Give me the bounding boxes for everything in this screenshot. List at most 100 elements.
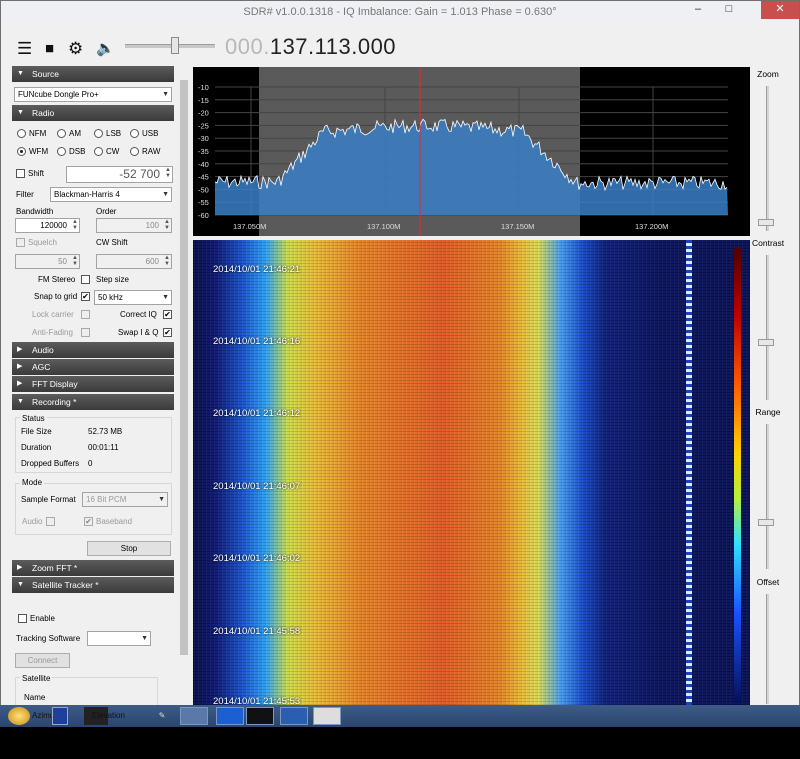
chart-app-icon[interactable]: [280, 707, 308, 725]
waterfall-display[interactable]: 2014/10/01 21:46:21 2014/10/01 21:46:16 …: [193, 240, 750, 708]
mode-radio-wfm[interactable]: [17, 147, 26, 156]
stop-recording-button[interactable]: Stop: [87, 541, 171, 556]
close-button[interactable]: ✕: [761, 1, 799, 19]
spin-arrows-icon[interactable]: ▲ ▼: [165, 167, 171, 179]
shift-input[interactable]: -52 700 ▲ ▼: [66, 166, 173, 183]
antifading-checkbox[interactable]: [81, 328, 90, 337]
network-app-icon[interactable]: [313, 707, 341, 725]
collapse-arrow-icon: ▼: [17, 109, 24, 116]
spin-arrows-icon[interactable]: ▲ ▼: [72, 255, 78, 267]
shift-checkbox[interactable]: [16, 169, 25, 178]
waterfall-timestamp: 2014/10/01 21:46:21: [213, 264, 301, 275]
chip-app-icon[interactable]: [246, 707, 274, 725]
zoom-label: Zoom: [757, 69, 779, 79]
mode-radio-usb[interactable]: [130, 129, 139, 138]
mode-radio-lsb[interactable]: [94, 129, 103, 138]
range-slider-thumb[interactable]: [758, 519, 774, 526]
spin-arrows-icon[interactable]: ▲ ▼: [164, 255, 170, 267]
display-controls-panel: Zoom Contrast Range Offset: [752, 65, 799, 725]
waterfall-timestamp: 2014/10/01 21:46:16: [213, 336, 301, 347]
baseband-checkbox[interactable]: ✔: [84, 517, 93, 526]
contrast-slider-track[interactable]: [766, 255, 769, 400]
connect-button[interactable]: Connect: [15, 653, 70, 668]
audio-rec-checkbox[interactable]: [46, 517, 55, 526]
zoom-slider-track[interactable]: [766, 86, 769, 231]
spectrum-db-tick: -60: [198, 211, 209, 220]
order-input[interactable]: 100 ▲ ▼: [96, 218, 172, 233]
radio-header[interactable]: ▼ Radio: [12, 105, 174, 121]
mode-radio-nfm[interactable]: [17, 129, 26, 138]
mode-label-dsb: DSB: [69, 147, 86, 156]
gear-icon[interactable]: ⚙: [68, 40, 83, 57]
stepsize-select[interactable]: 50 kHz ▼: [94, 290, 172, 305]
mode-radio-dsb[interactable]: [57, 147, 66, 156]
tracking-software-select[interactable]: ▼: [87, 631, 151, 646]
source-device-select[interactable]: FUNcube Dongle Pro+ ▼: [14, 87, 172, 102]
volume-slider-thumb[interactable]: [171, 37, 179, 54]
pen-icon[interactable]: ✎: [155, 707, 169, 725]
fft-display-header[interactable]: ▶ FFT Display: [12, 376, 174, 392]
maximize-button[interactable]: □: [716, 1, 742, 19]
minimize-button[interactable]: –: [685, 1, 711, 19]
start-button-icon[interactable]: [8, 707, 30, 725]
menu-icon[interactable]: ☰: [17, 40, 32, 57]
range-slider-track[interactable]: [766, 424, 769, 569]
bandwidth-input[interactable]: 120000 ▲ ▼: [15, 218, 80, 233]
screen-bottom-area: [0, 727, 800, 759]
waterfall-color-scale: [734, 248, 741, 703]
offset-label: Offset: [756, 577, 780, 587]
filter-label: Filter: [16, 190, 34, 199]
collapse-arrow-icon: ▼: [17, 398, 24, 405]
spectrum-freq-tick: 137.150M: [501, 222, 534, 231]
frequency-prefix: 000.: [225, 34, 270, 59]
stop-icon[interactable]: ■: [45, 40, 54, 57]
panel-scrollbar-thumb[interactable]: [180, 80, 188, 655]
recording-header[interactable]: ▼ Recording *: [12, 394, 174, 410]
volume-slider-track[interactable]: [125, 44, 215, 48]
mode-label-usb: USB: [142, 129, 159, 138]
audio-rec-label: Audio: [22, 517, 43, 526]
expand-arrow-icon: ▶: [17, 564, 23, 571]
fmstereo-checkbox[interactable]: [81, 275, 90, 284]
zoomfft-header[interactable]: ▶ Zoom FFT *: [12, 560, 174, 576]
audio-header[interactable]: ▶ Audio: [12, 342, 174, 358]
cwshift-input[interactable]: 600 ▲ ▼: [96, 254, 172, 269]
snap-checkbox[interactable]: ✔: [81, 292, 90, 301]
spectrum-plot: -10 -15 -20 -25 -30 -35 -40 -45 -50 -55 -60 137.05…: [198, 67, 728, 236]
taskbar-item-elevation[interactable]: Elevation: [92, 707, 152, 725]
offset-slider-track[interactable]: [766, 594, 769, 704]
floppy-icon[interactable]: [52, 707, 68, 725]
mode-radio-am[interactable]: [57, 129, 66, 138]
tracking-software-label: Tracking Software: [16, 634, 81, 643]
sdr-app-icon[interactable]: [180, 707, 208, 725]
duration-label: Duration: [21, 443, 52, 452]
spectrum-db-tick: -15: [198, 96, 209, 105]
squelch-checkbox[interactable]: [16, 238, 25, 247]
zoom-slider-thumb[interactable]: [758, 219, 774, 226]
chevron-down-icon: ▼: [162, 91, 169, 98]
expand-arrow-icon: ▶: [17, 363, 23, 370]
swapiq-checkbox[interactable]: ✔: [163, 328, 172, 337]
spin-arrows-icon[interactable]: ▲ ▼: [164, 219, 170, 231]
snap-label: Snap to grid: [34, 292, 78, 301]
mode-label-nfm: NFM: [29, 129, 47, 138]
mode-radio-raw[interactable]: [130, 147, 139, 156]
collapse-arrow-icon: ▼: [17, 70, 24, 77]
enable-tracker-checkbox[interactable]: [18, 614, 27, 623]
satellite-header[interactable]: ▼ Satellite Tracker *: [12, 577, 174, 593]
spectrum-db-tick: -50: [198, 185, 209, 194]
title-bar: SDR# v1.0.0.1318 - IQ Imbalance: Gain = …: [1, 1, 799, 25]
spin-arrows-icon[interactable]: ▲ ▼: [72, 219, 78, 231]
filter-select[interactable]: Blackman-Harris 4 ▼: [50, 187, 172, 202]
agc-header[interactable]: ▶ AGC: [12, 359, 174, 375]
lockcarrier-checkbox[interactable]: [81, 310, 90, 319]
squelch-input[interactable]: 50 ▲ ▼: [15, 254, 80, 269]
sampleformat-select[interactable]: 16 Bit PCM ▼: [82, 492, 168, 507]
cube-app-icon[interactable]: [216, 707, 244, 725]
frequency-display[interactable]: 000.137.113.000: [225, 34, 396, 60]
mode-radio-cw[interactable]: [94, 147, 103, 156]
contrast-slider-thumb[interactable]: [758, 339, 774, 346]
correctiq-checkbox[interactable]: ✔: [163, 310, 172, 319]
source-header[interactable]: ▼ Source: [12, 66, 174, 82]
spectrum-analyzer[interactable]: -10 -15 -20 -25 -30 -35 -40 -45 -50 -55 -60 137.05…: [193, 67, 750, 236]
